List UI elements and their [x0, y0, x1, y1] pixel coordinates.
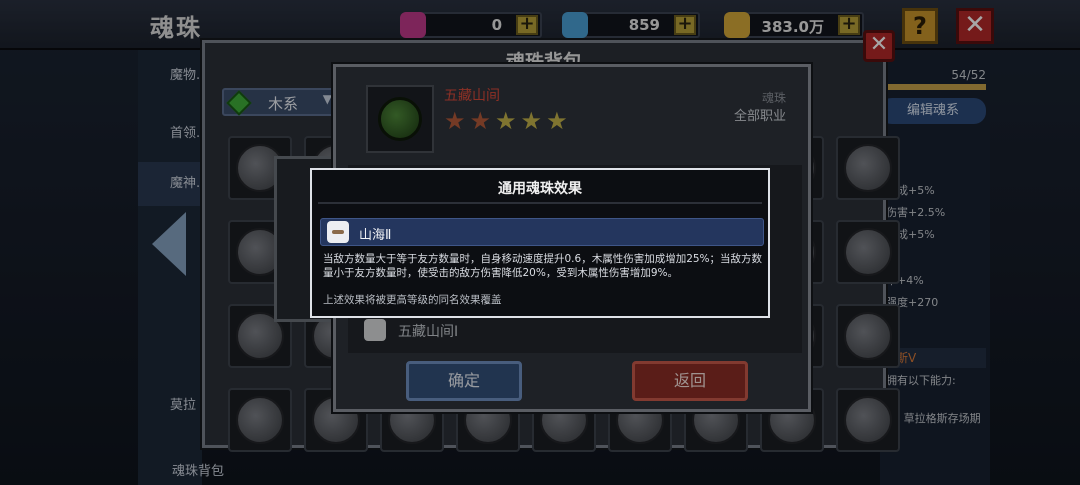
- effect-note: 上述效果将被更高等级的同名效果覆盖: [323, 294, 502, 306]
- modal-title: 通用魂珠效果: [498, 181, 582, 197]
- effect-row: 山海Ⅱ: [320, 218, 764, 246]
- divider: [318, 202, 762, 204]
- effect-icon: [327, 221, 349, 243]
- effect-modal: 通用魂珠效果 山海Ⅱ 当敌方数量大于等于友方数量时，自身移动速度提升0.6，木属…: [310, 168, 770, 318]
- effect-name: 山海Ⅱ: [359, 228, 392, 243]
- effect-description: 当敌方数量大于等于友方数量时，自身移动速度提升0.6，木属性伤害加成增加25%；…: [323, 253, 763, 279]
